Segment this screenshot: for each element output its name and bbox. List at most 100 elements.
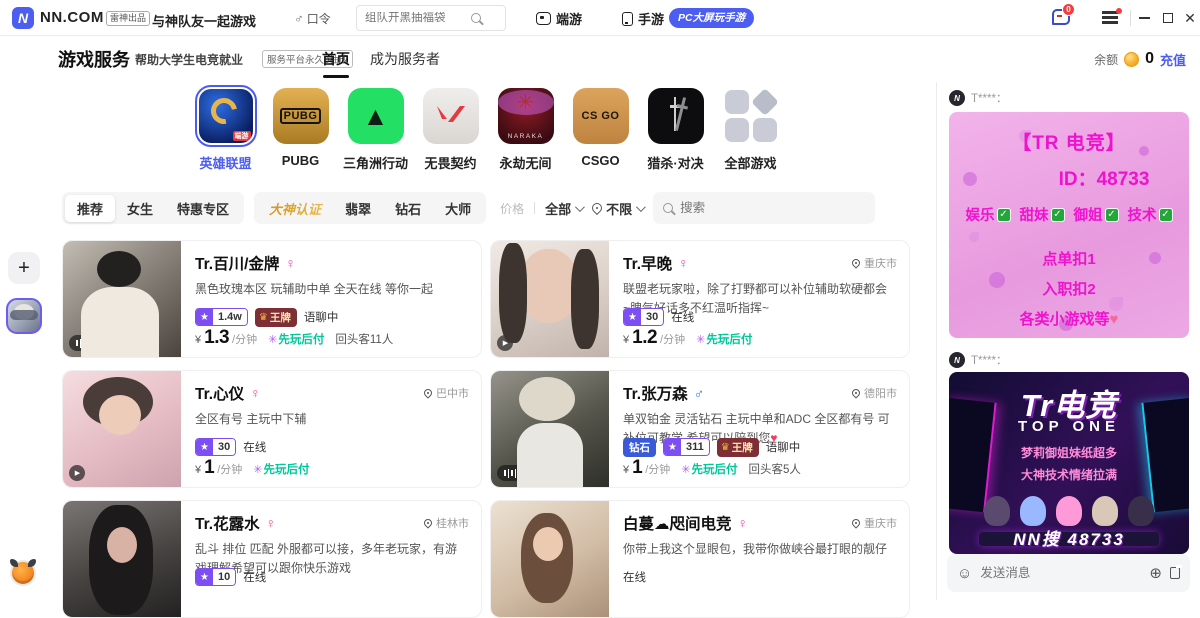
star-icon: ★ (624, 309, 641, 325)
filter-search[interactable] (653, 192, 875, 224)
provider-name: Tr.百川/金牌 (195, 252, 279, 274)
location-pin-icon (850, 387, 861, 398)
add-button[interactable]: + (8, 252, 40, 284)
provider-card[interactable]: 白蔓☁咫间电竞 ♀ 重庆市 你带上我这个显眼包，我带你做峡谷最打眼的靓仔 在线 (490, 500, 910, 618)
filter-tab-recommend[interactable]: 推荐 (65, 195, 115, 222)
game-item-valorant[interactable]: 无畏契约 (413, 88, 488, 172)
chat-panel: N T****： 【TR 电竞】 ID：48733 娱乐✓ 甜妹✓ 御姐✓ 技术… (936, 36, 1200, 600)
titlebar-search[interactable] (356, 5, 506, 31)
profile-photo[interactable] (491, 241, 609, 357)
page-subtitle: 帮助大学生电竞就业 (135, 51, 243, 68)
price-value: 1 (204, 457, 214, 479)
game-item-delta[interactable]: ▲ 三角洲行动 (338, 88, 413, 172)
game-item-hunt[interactable]: 猎杀·对决 (638, 88, 713, 172)
filter-bar: 推荐 女生 特惠专区 大神认证 翡翠 钻石 大师 价格 全部 不限 (62, 192, 875, 224)
provider-card[interactable]: Tr.百川/金牌 ♀ 黑色玫瑰本区 玩辅助中单 全天在线 等你一起 ★ 1.4w… (62, 240, 482, 358)
pay-after-play-label: ✳ 先玩后付 (268, 331, 324, 347)
filter-tab-cert[interactable]: 大神认证 (257, 195, 333, 222)
star-level-badge: ★ 30 (623, 308, 664, 326)
game-item-lol[interactable]: 端游 英雄联盟 (188, 88, 263, 172)
play-video-icon[interactable] (497, 335, 513, 351)
filter-tab-girls[interactable]: 女生 (115, 195, 165, 222)
female-icon: ♀ (266, 515, 277, 531)
price-filter-label: 价格 (500, 200, 524, 217)
sparkle-icon: ✳ (253, 463, 262, 476)
filter-tab-jade[interactable]: 翡翠 (333, 195, 383, 222)
sparkle-icon: ✳ (681, 463, 690, 476)
coin-icon (1124, 52, 1139, 67)
location-text: 巴中市 (424, 385, 469, 401)
promo-line: 大神技术情绪拉满 (949, 466, 1189, 483)
filter-search-input[interactable] (680, 201, 850, 215)
provider-card[interactable]: Tr.花露水 ♀ 桂林市 乱斗 排位 匹配 外服都可以接，多年老玩家，有游戏理解… (62, 500, 482, 618)
provider-name: 白蔓☁咫间电竞 (623, 512, 732, 534)
star-icon: ★ (196, 309, 213, 325)
pay-after-play-label: ✳ 先玩后付 (696, 331, 752, 347)
sender-avatar[interactable]: N (949, 90, 965, 106)
chat-input-bar[interactable]: ☺ ⊕ (947, 554, 1190, 592)
check-icon: ✓ (1051, 208, 1065, 222)
play-video-icon[interactable] (69, 465, 85, 481)
filter-tab-master[interactable]: 大师 (433, 195, 483, 222)
screenshot-icon[interactable] (1170, 567, 1180, 579)
filter-group-main: 推荐 女生 特惠专区 (62, 192, 244, 224)
nav-mobile-games[interactable]: 手游 (622, 9, 664, 28)
repeat-customers: 回头客11人 (335, 331, 393, 347)
app-logo-icon[interactable]: N (12, 7, 34, 29)
mobile-game-icon (622, 12, 633, 26)
game-item-csgo[interactable]: CS GO CSGO (563, 88, 638, 172)
team-code-button[interactable]: ♂ 口令 (294, 10, 331, 27)
star-level-badge: ★ 30 (195, 438, 236, 456)
provider-card[interactable]: Tr.张万森 ♂ 德阳市 单双铂金 灵活钻石 主玩中单和ADC 全区都有号 可补… (490, 370, 910, 488)
recharge-link[interactable]: 充值 (1160, 50, 1186, 69)
game-item-all[interactable]: 全部游戏 (713, 88, 788, 172)
promo-line: 各类小游戏等♥ (949, 308, 1189, 329)
female-icon: ♀ (678, 255, 689, 271)
minimize-button[interactable] (1134, 8, 1154, 28)
tab-become-provider[interactable]: 成为服务者 (370, 49, 440, 69)
maximize-button[interactable] (1158, 8, 1178, 28)
status-text: 在线 (243, 439, 266, 455)
provider-card[interactable]: Tr.心仪 ♀ 巴中市 全区有号 主玩中下辅 ★ 30 在线 ¥ 1 /分钟 ✳… (62, 370, 482, 488)
filter-tab-diamond[interactable]: 钻石 (383, 195, 433, 222)
game-item-pubg[interactable]: PUBG PUBG (263, 88, 338, 172)
anime-characters-decoration (949, 496, 1189, 526)
search-icon (471, 13, 481, 23)
promo-image-top-one[interactable]: Tr电竞 TOP ONE 梦莉御姐妹纸超多 大神技术情绪拉满 NN搜 48733 (949, 372, 1189, 554)
profile-photo[interactable] (491, 371, 609, 487)
price-dropdown[interactable]: 全部 (545, 199, 582, 218)
region-dropdown[interactable]: 不限 (592, 199, 643, 218)
all-games-icon (723, 88, 779, 144)
sender-avatar[interactable]: N (949, 352, 965, 368)
page-header: 游戏服务 帮助大学生电竞就业 服务平台永久0抽成 首页 成为服务者 余额 0 充… (0, 36, 1200, 82)
filter-tab-special[interactable]: 特惠专区 (165, 195, 241, 222)
provider-card[interactable]: Tr.早晚 ♀ 重庆市 联盟老玩家啦，除了打野都可以补位辅助软硬都会~脾气好话多… (490, 240, 910, 358)
voice-sample-icon[interactable] (69, 335, 95, 351)
menu-alert-dot (1116, 8, 1122, 14)
crown-icon: ♛ (259, 312, 268, 323)
chat-message-input[interactable] (980, 566, 1141, 580)
close-button[interactable]: ✕ (1180, 8, 1200, 28)
tab-home[interactable]: 首页 (322, 49, 350, 69)
profile-photo[interactable] (63, 371, 181, 487)
slogan-text: 与神队友一起游戏 (152, 11, 256, 30)
rank-badge: ♛ 王牌 (717, 438, 759, 457)
nav-pc-games[interactable]: 端游 (536, 9, 582, 28)
titlebar-search-input[interactable] (365, 12, 465, 24)
promo-image-tr-esports[interactable]: 【TR 电竞】 ID：48733 娱乐✓ 甜妹✓ 御姐✓ 技术✓ 点单扣1 入职… (949, 112, 1189, 338)
game-item-naraka[interactable]: ✳ NARAKA 永劫无间 (488, 88, 563, 172)
provider-desc: 全区有号 主玩中下辅 (195, 410, 465, 429)
emoji-icon[interactable]: ☺ (957, 565, 972, 582)
pc-play-mobile-badge[interactable]: PC大屏玩手游 (669, 8, 754, 28)
brand-badge: 雷神出品 (106, 11, 150, 26)
avatar[interactable] (6, 298, 42, 334)
price-value: 1.3 (204, 327, 229, 349)
status-text: 在线 (623, 569, 646, 585)
mascot-icon[interactable] (10, 560, 36, 586)
star-icon: ★ (664, 439, 681, 455)
profile-photo[interactable] (63, 241, 181, 357)
star-level-badge: ★ 10 (195, 568, 236, 586)
attach-icon[interactable]: ⊕ (1149, 564, 1162, 582)
titlebar-divider (1130, 10, 1131, 26)
voice-sample-icon[interactable] (497, 465, 523, 481)
